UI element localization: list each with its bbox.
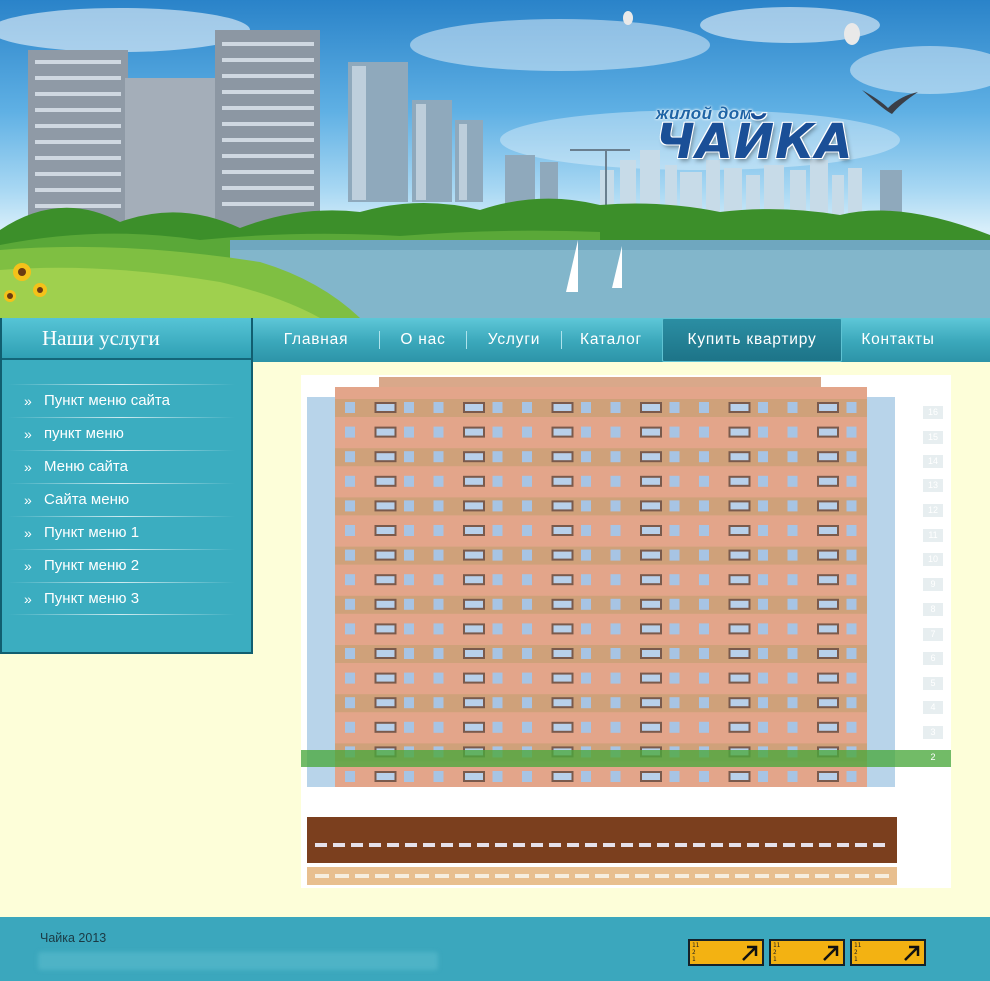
sidebar-item-6[interactable]: » Пункт меню 2 (2, 549, 251, 582)
arrow-up-right-icon (823, 945, 839, 961)
bullet-icon: » (24, 491, 32, 508)
floor-number-3[interactable]: 3 (923, 726, 943, 739)
nav-label: О нас (400, 331, 446, 348)
counter-value: 11 (692, 942, 700, 949)
counter-value: 2 (773, 949, 777, 956)
nav-label: Контакты (861, 331, 935, 348)
nav-label: Главная (283, 331, 349, 348)
bullet-icon: » (24, 590, 32, 607)
main-content: 16 15 14 13 12 11 10 9 8 7 6 5 4 3 2 (253, 362, 990, 917)
sidebar: Наши услуги » Пункт меню сайта » пункт м… (0, 318, 253, 654)
sidebar-item-3[interactable]: » Меню сайта (2, 450, 251, 483)
floor-number-7[interactable]: 7 (923, 628, 943, 641)
header-banner: жилой дом ЧАЙКА (0, 0, 990, 318)
floor-number-6[interactable]: 6 (923, 652, 943, 665)
sidebar-item-label: Пункт меню 3 (44, 590, 140, 607)
counter-value: 11 (773, 942, 781, 949)
nav-contacts[interactable]: Контакты (844, 318, 952, 362)
nav-catalog[interactable]: Каталог (562, 318, 660, 362)
sidebar-item-label: Пункт меню 2 (44, 557, 140, 574)
counter-value: 11 (854, 942, 862, 949)
counter-value: 1 (854, 956, 858, 963)
bullet-icon: » (24, 458, 32, 475)
bullet-icon: » (24, 524, 32, 541)
floor-number-16[interactable]: 16 (923, 406, 943, 419)
floor-number-10[interactable]: 10 (923, 553, 943, 566)
sidebar-item-label: Меню сайта (44, 458, 128, 475)
floor-number-11[interactable]: 11 (923, 529, 943, 542)
sidebar-item-5[interactable]: » Пункт меню 1 (2, 516, 251, 549)
nav-label: Каталог (580, 331, 642, 348)
floor-number-14[interactable]: 14 (923, 455, 943, 468)
building-facade (307, 377, 897, 885)
floor-highlight-2[interactable] (301, 750, 951, 767)
sidebar-item-label: Пункт меню 1 (44, 524, 140, 541)
floor-number-5[interactable]: 5 (923, 677, 943, 690)
nav-label: Услуги (487, 331, 541, 348)
nav-services[interactable]: Услуги (467, 318, 561, 362)
counter-badge-3[interactable]: 11 2 1 (850, 939, 926, 966)
floor-number-4[interactable]: 4 (923, 701, 943, 714)
copyright-text: Чайка 2013 (40, 931, 107, 945)
bullet-icon: » (24, 557, 32, 574)
floor-number-2[interactable]: 2 (923, 751, 943, 764)
top-nav: Главная О нас Услуги Каталог Купить квар… (253, 318, 990, 362)
floor-number-9[interactable]: 9 (923, 578, 943, 591)
arrow-up-right-icon (742, 945, 758, 961)
counter-badge-2[interactable]: 11 2 1 (769, 939, 845, 966)
bullet-icon: » (24, 425, 32, 442)
counter-value: 1 (692, 956, 696, 963)
site-logo[interactable]: жилой дом ЧАЙКА (656, 104, 896, 170)
sidebar-item-7[interactable]: » Пункт меню 3 (2, 582, 251, 615)
counter-value: 2 (854, 949, 858, 956)
floor-number-8[interactable]: 8 (923, 603, 943, 616)
counter-value: 1 (773, 956, 777, 963)
footer: Чайка 2013 11 2 1 11 2 1 11 2 1 (0, 917, 990, 981)
nav-label: Купить квартиру (687, 331, 817, 348)
floor-number-12[interactable]: 12 (923, 504, 943, 517)
arrow-up-right-icon (904, 945, 920, 961)
building-floor-plan: 16 15 14 13 12 11 10 9 8 7 6 5 4 3 2 (301, 375, 951, 888)
floor-number-13[interactable]: 13 (923, 479, 943, 492)
counter-value: 2 (692, 949, 696, 956)
sidebar-item-label: пункт меню (44, 425, 124, 442)
nav-buy-apartment[interactable]: Купить квартиру (662, 318, 842, 362)
sidebar-header: Наши услуги (2, 318, 251, 360)
logo-title: ЧАЙКА (656, 114, 854, 170)
nav-about[interactable]: О нас (380, 318, 466, 362)
sidebar-item-1[interactable]: » Пункт меню сайта (2, 384, 251, 417)
nav-home[interactable]: Главная (253, 318, 379, 362)
sidebar-item-2[interactable]: » пункт меню (2, 417, 251, 450)
sidebar-menu: » Пункт меню сайта » пункт меню » Меню с… (2, 384, 251, 615)
floor-number-15[interactable]: 15 (923, 431, 943, 444)
bullet-icon: » (24, 392, 32, 409)
footer-blurred-text (38, 952, 438, 970)
sidebar-item-label: Пункт меню сайта (44, 392, 170, 409)
sidebar-title: Наши услуги (42, 325, 160, 350)
sidebar-item-label: Сайта меню (44, 491, 130, 508)
counter-badge-1[interactable]: 11 2 1 (688, 939, 764, 966)
sidebar-item-4[interactable]: » Сайта меню (2, 483, 251, 516)
